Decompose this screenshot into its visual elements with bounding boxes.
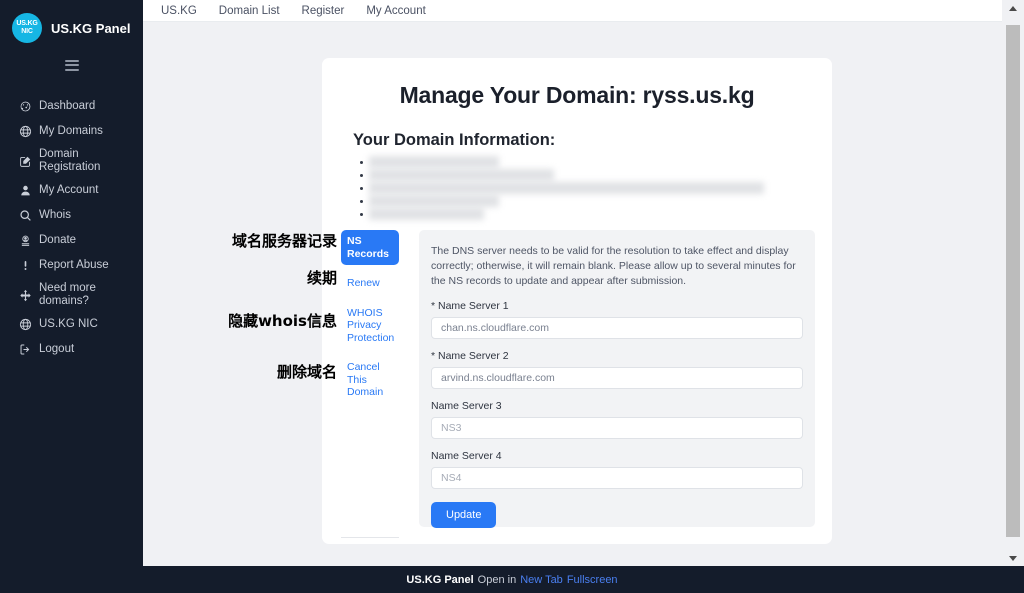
brand-logo-line1: US.KG bbox=[16, 20, 38, 27]
sidebar-item-need-more-domains[interactable]: Need more domains? bbox=[0, 278, 143, 312]
sidebar-item-label: Whois bbox=[39, 209, 71, 221]
sidebar-item-label: Domain Registration bbox=[39, 148, 101, 173]
topnav-item-uskg[interactable]: US.KG bbox=[161, 5, 197, 17]
sidebar-item-label: Logout bbox=[39, 343, 75, 355]
sidebar-item-label: Donate bbox=[39, 234, 77, 246]
sidebar-item-domain-registration[interactable]: Domain Registration bbox=[0, 144, 143, 178]
name-server-3-label: Name Server 3 bbox=[431, 400, 502, 412]
scrollbar-track[interactable] bbox=[1002, 16, 1024, 550]
sidebar-item-label: Report Abuse bbox=[39, 259, 109, 271]
coin-person-icon bbox=[18, 234, 32, 247]
globe-icon bbox=[18, 318, 32, 331]
name-server-4-input[interactable] bbox=[431, 467, 803, 489]
sidebar-brand[interactable]: US.KG NIC US.KG Panel bbox=[0, 0, 143, 46]
topnav-item-register[interactable]: Register bbox=[302, 5, 345, 17]
exclamation-icon bbox=[18, 259, 32, 272]
tab-whois-privacy-protection[interactable]: WHOIS Privacy Protection bbox=[341, 302, 399, 350]
footer-bar: US.KG Panel Open in New Tab Fullscreen bbox=[0, 566, 1024, 593]
arrows-move-icon bbox=[18, 289, 32, 302]
sidebar-item-label: My Domains bbox=[39, 125, 103, 137]
redacted-value bbox=[369, 156, 499, 168]
sidebar-item-uskg-nic[interactable]: US.KG NIC bbox=[0, 312, 143, 337]
sidebar-nav: Dashboard My Domains Domain Registration… bbox=[0, 94, 143, 362]
name-server-2-label: * Name Server 2 bbox=[431, 350, 509, 362]
page-title: Manage Your Domain: ryss.us.kg bbox=[399, 82, 755, 108]
sidebar-item-label: My Account bbox=[39, 184, 99, 196]
sidebar-toggle-button[interactable] bbox=[0, 50, 143, 80]
list-item bbox=[360, 195, 832, 208]
ns-records-panel: The DNS server needs to be valid for the… bbox=[419, 230, 815, 528]
footer-new-tab-link[interactable]: New Tab bbox=[520, 574, 563, 586]
brand-logo-icon: US.KG NIC bbox=[12, 13, 42, 43]
list-item bbox=[360, 182, 832, 195]
sidebar-item-dashboard[interactable]: Dashboard bbox=[0, 94, 143, 119]
list-item bbox=[360, 208, 832, 221]
name-server-1-label: * Name Server 1 bbox=[431, 300, 509, 312]
domain-info-list bbox=[360, 156, 832, 221]
domain-info-heading: Your Domain Information: bbox=[353, 131, 556, 149]
sidebar-item-report-abuse[interactable]: Report Abuse bbox=[0, 253, 143, 278]
tab-cancel-this-domain[interactable]: Cancel This Domain bbox=[341, 356, 399, 404]
name-server-2-input[interactable] bbox=[431, 367, 803, 389]
footer-brand: US.KG Panel bbox=[406, 573, 474, 586]
domain-tabs-section: NS Records Renew WHOIS Privacy Protectio… bbox=[322, 230, 832, 544]
sidebar-item-my-account[interactable]: My Account bbox=[0, 178, 143, 203]
scroll-up-arrow-icon[interactable] bbox=[1002, 0, 1024, 16]
list-item bbox=[360, 169, 832, 182]
globe-icon bbox=[18, 125, 32, 138]
sidebar-item-label: Need more domains? bbox=[39, 282, 96, 307]
pencil-square-icon bbox=[18, 155, 32, 168]
sidebar-item-my-domains[interactable]: My Domains bbox=[0, 119, 143, 144]
hamburger-icon bbox=[64, 59, 79, 71]
list-item bbox=[360, 156, 832, 169]
logout-icon bbox=[18, 343, 32, 356]
tab-ns-records[interactable]: NS Records bbox=[341, 230, 399, 265]
tab-list: NS Records Renew WHOIS Privacy Protectio… bbox=[341, 230, 399, 538]
search-icon bbox=[18, 209, 32, 222]
person-icon bbox=[18, 184, 32, 197]
scroll-down-arrow-icon[interactable] bbox=[1002, 550, 1024, 566]
topnav-item-domain-list[interactable]: Domain List bbox=[219, 5, 280, 17]
brand-logo-line2: NIC bbox=[21, 28, 33, 35]
speedometer-icon bbox=[18, 100, 32, 113]
sidebar-item-label: US.KG NIC bbox=[39, 318, 98, 330]
name-server-3-input[interactable] bbox=[431, 417, 803, 439]
top-navigation-bar: US.KG Domain List Register My Account bbox=[143, 0, 1002, 22]
topnav-item-my-account[interactable]: My Account bbox=[366, 5, 425, 17]
redacted-value bbox=[369, 208, 484, 220]
sidebar-item-whois[interactable]: Whois bbox=[0, 203, 143, 228]
page-scrollbar[interactable] bbox=[1002, 0, 1024, 566]
redacted-value bbox=[369, 195, 499, 207]
scrollbar-thumb[interactable] bbox=[1006, 25, 1020, 537]
footer-fullscreen-link[interactable]: Fullscreen bbox=[567, 574, 618, 586]
ns-panel-note: The DNS server needs to be valid for the… bbox=[431, 245, 796, 287]
tab-renew[interactable]: Renew bbox=[341, 272, 399, 295]
footer-text: Open in bbox=[477, 573, 517, 586]
sidebar-item-logout[interactable]: Logout bbox=[0, 337, 143, 362]
sidebar-item-donate[interactable]: Donate bbox=[0, 228, 143, 253]
name-server-4-label: Name Server 4 bbox=[431, 450, 502, 462]
update-button[interactable]: Update bbox=[431, 502, 497, 528]
page-content: Manage Your Domain: ryss.us.kg Your Doma… bbox=[143, 22, 1002, 566]
sidebar-item-label: Dashboard bbox=[39, 100, 96, 112]
redacted-value bbox=[369, 182, 764, 194]
redacted-value bbox=[369, 169, 554, 181]
domain-manage-card: Manage Your Domain: ryss.us.kg Your Doma… bbox=[322, 58, 832, 544]
name-server-1-input[interactable] bbox=[431, 317, 803, 339]
brand-name: US.KG Panel bbox=[51, 20, 131, 36]
app-root: US.KG NIC US.KG Panel Dashboard My Domai… bbox=[0, 0, 1024, 593]
sidebar: US.KG NIC US.KG Panel Dashboard My Domai… bbox=[0, 0, 143, 566]
